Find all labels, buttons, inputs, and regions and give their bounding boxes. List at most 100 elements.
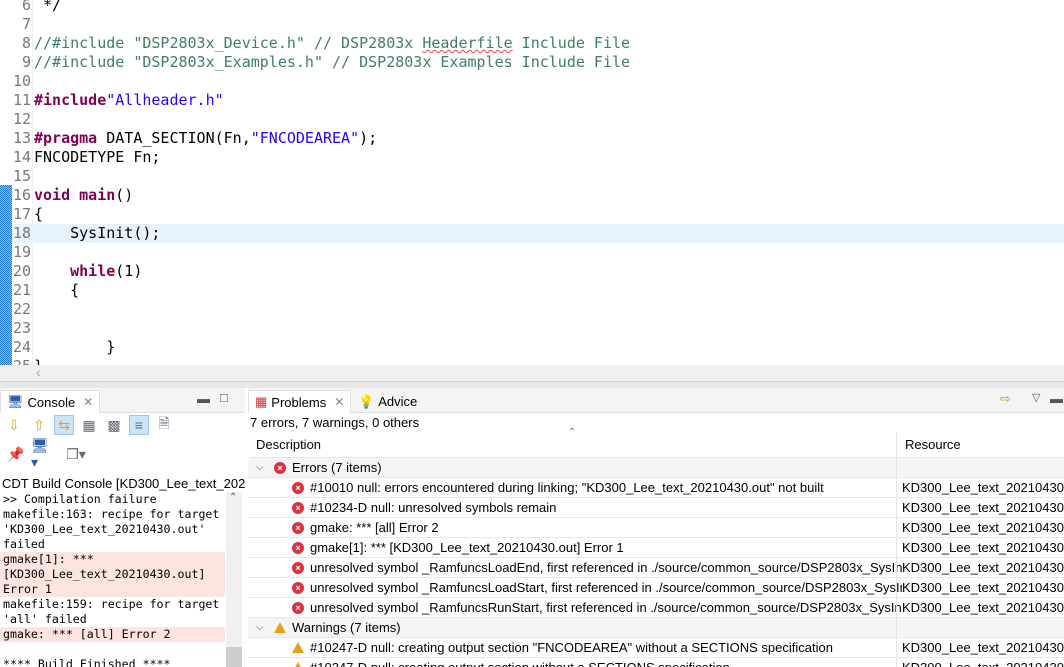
console-scrollbar[interactable]: ⌃ — [226, 492, 242, 667]
code-text: { — [34, 281, 79, 300]
code-line[interactable]: 16 void main() — [0, 186, 1064, 205]
problems-tabbar: ▦ Problems ✕ 💡 Advice ⇨ ▽ ▬ — [248, 388, 1064, 413]
pin-lock-icon[interactable]: ▩ — [104, 415, 124, 435]
column-divider[interactable] — [896, 432, 897, 667]
word-wrap-icon[interactable]: ≡ — [129, 415, 149, 435]
error-icon: × — [292, 501, 304, 514]
problem-resource: KD300_Lee_text_20210430 — [902, 478, 1064, 497]
code-token: Headerfile — [422, 34, 513, 52]
code-line[interactable]: 18 SysInit(); — [0, 224, 1064, 243]
console-tabbar: 🖥 Console ✕ ▬ □ — [0, 388, 245, 413]
error-icon: × — [292, 601, 304, 614]
code-line[interactable]: 9//#include "DSP2803x_Examples.h" // DSP… — [0, 53, 1064, 72]
problem-resource: KD300_Lee_text_20210430 — [902, 518, 1064, 537]
problem-row[interactable]: × #10010 null: errors encountered during … — [248, 478, 1064, 498]
code-line[interactable]: 17{ — [0, 205, 1064, 224]
console-output[interactable]: >> Compilation failure makefile:163: reci… — [0, 492, 225, 667]
code-text: FNCODETYPE Fn; — [34, 148, 160, 167]
link-icon[interactable]: ⇆ — [54, 415, 74, 435]
code-line[interactable]: 22 — [0, 300, 1064, 319]
code-text: } — [34, 338, 115, 357]
problem-row[interactable]: #10247-D null: creating output section "… — [248, 638, 1064, 658]
problem-resource: KD300_Lee_text_20210430 — [902, 498, 1064, 517]
problem-description: unresolved symbol _RamfuncsRunStart, fir… — [310, 600, 905, 615]
table-header: Description ⌃ Resource — [250, 427, 1064, 458]
code-line[interactable]: 23 — [0, 319, 1064, 338]
close-icon[interactable]: ✕ — [83, 395, 93, 409]
console-line: 'all' failed — [3, 612, 87, 626]
column-description[interactable]: Description — [256, 437, 321, 452]
code-token: */ — [34, 0, 62, 14]
code-line[interactable]: 8//#include "DSP2803x_Device.h" // DSP28… — [0, 34, 1064, 53]
code-line[interactable]: 19 — [0, 243, 1064, 262]
display-console-icon[interactable]: 🖥▾ — [31, 437, 51, 470]
warning-icon — [292, 662, 304, 667]
error-icon: × — [292, 541, 304, 554]
chevron-down-icon[interactable]: ⌵ — [256, 618, 268, 637]
console-line: [KD300_Lee_text_20210430.out] — [0, 567, 225, 582]
problem-row[interactable]: × unresolved symbol _RamfuncsRunStart, fi… — [248, 598, 1064, 618]
tab-problems[interactable]: ▦ Problems ✕ — [248, 390, 352, 413]
code-line[interactable]: 10 — [0, 72, 1064, 91]
code-text: #pragma DATA_SECTION(Fn,"FNCODEAREA"); — [34, 129, 377, 148]
problem-group-row[interactable]: ⌵ Warnings (7 items) — [248, 618, 1064, 638]
code-line[interactable]: 7 — [0, 15, 1064, 34]
code-token: "FNCODEAREA" — [250, 129, 360, 147]
code-line[interactable]: 13 #pragma DATA_SECTION(Fn,"FNCODEAREA"); — [0, 129, 1064, 148]
code-line[interactable]: 6 */ — [0, 0, 1064, 15]
problem-row[interactable]: × gmake: *** [all] Error 2 KD300_Lee_text_… — [248, 518, 1064, 538]
scroll-lock-icon[interactable]: ▦ — [79, 415, 99, 435]
problem-resource: KD300_Lee_text_20210430 — [902, 658, 1064, 667]
close-icon[interactable]: ✕ — [334, 395, 344, 409]
code-line[interactable]: 20 while(1) — [0, 262, 1064, 281]
console-line: makefile:159: recipe for target — [3, 597, 220, 611]
code-line[interactable]: 15 — [0, 167, 1064, 186]
code-line[interactable]: 12 — [0, 110, 1064, 129]
problem-row[interactable]: #10247-D null: creating output section w… — [248, 658, 1064, 667]
problem-group-row[interactable]: ⌵ × Errors (7 items) — [248, 458, 1064, 478]
problems-panel: ▦ Problems ✕ 💡 Advice ⇨ ▽ ▬ 7 errors, 7 … — [248, 388, 1064, 667]
code-line[interactable]: 14 FNCODETYPE Fn; — [0, 148, 1064, 167]
error-icon: × — [292, 481, 304, 494]
scroll-left-icon[interactable]: ‹ — [36, 364, 41, 380]
minimize-icon[interactable]: ▬ — [197, 391, 210, 406]
chevron-down-icon[interactable]: ⌵ — [256, 458, 268, 477]
change-marker-bar — [0, 185, 12, 365]
code-token: (1) — [115, 262, 143, 280]
column-resource[interactable]: Resource — [905, 437, 961, 452]
problem-row[interactable]: × #10234-D null: unresolved symbols remai… — [248, 498, 1064, 518]
code-token: SysInit(); — [34, 224, 161, 242]
view-menu-icon[interactable]: ▽ — [1032, 391, 1040, 404]
code-line[interactable]: 21 { — [0, 281, 1064, 300]
problem-description: gmake[1]: *** [KD300_Lee_text_20210430.o… — [310, 540, 624, 555]
tab-console[interactable]: 🖥 Console ✕ — [0, 390, 101, 413]
console-icon: 🖥 — [7, 394, 24, 409]
code-line[interactable]: 24 } — [0, 338, 1064, 357]
horizontal-scrollbar[interactable]: ‹ — [0, 364, 1064, 381]
tab-advice[interactable]: 💡 Advice — [352, 390, 423, 413]
arrow-up-icon[interactable]: ⇧ — [29, 415, 49, 435]
panel-divider[interactable] — [0, 381, 1064, 388]
problem-description: unresolved symbol _RamfuncsLoadEnd, firs… — [310, 560, 906, 575]
code-text: //#include "DSP2803x_Device.h" // DSP280… — [34, 34, 630, 53]
arrow-down-icon[interactable]: ⇩ — [4, 415, 24, 435]
code-token: DATA_SECTION(Fn, — [97, 129, 251, 147]
problem-description: #10247-D null: creating output section w… — [310, 658, 730, 667]
focus-icon[interactable]: ⇨ — [1000, 391, 1011, 407]
line-number: 8 — [21, 34, 31, 52]
problem-resource: KD300_Lee_text_20210430 — [902, 598, 1064, 617]
pin-console-icon[interactable]: 📌 — [6, 444, 26, 464]
problem-row[interactable]: × unresolved symbol _RamfuncsLoadEnd, fir… — [248, 558, 1064, 578]
code-line[interactable]: 11 #include"Allheader.h" — [0, 91, 1064, 110]
minimize-icon[interactable]: ▬ — [1050, 391, 1063, 406]
problem-row[interactable]: × unresolved symbol _RamfuncsLoadStart, f… — [248, 578, 1064, 598]
new-console-icon[interactable]: ❐▾ — [66, 444, 86, 464]
maximize-icon[interactable]: □ — [220, 390, 228, 405]
console-line: gmake: *** [all] Error 2 — [0, 627, 225, 642]
problem-row[interactable]: × gmake[1]: *** [KD300_Lee_text_20210430.… — [248, 538, 1064, 558]
line-number: 12 — [12, 110, 31, 128]
code-editor[interactable]: 6 */7 8//#include "DSP2803x_Device.h" // … — [0, 0, 1064, 382]
clear-console-icon[interactable]: 🗎 — [154, 415, 174, 435]
